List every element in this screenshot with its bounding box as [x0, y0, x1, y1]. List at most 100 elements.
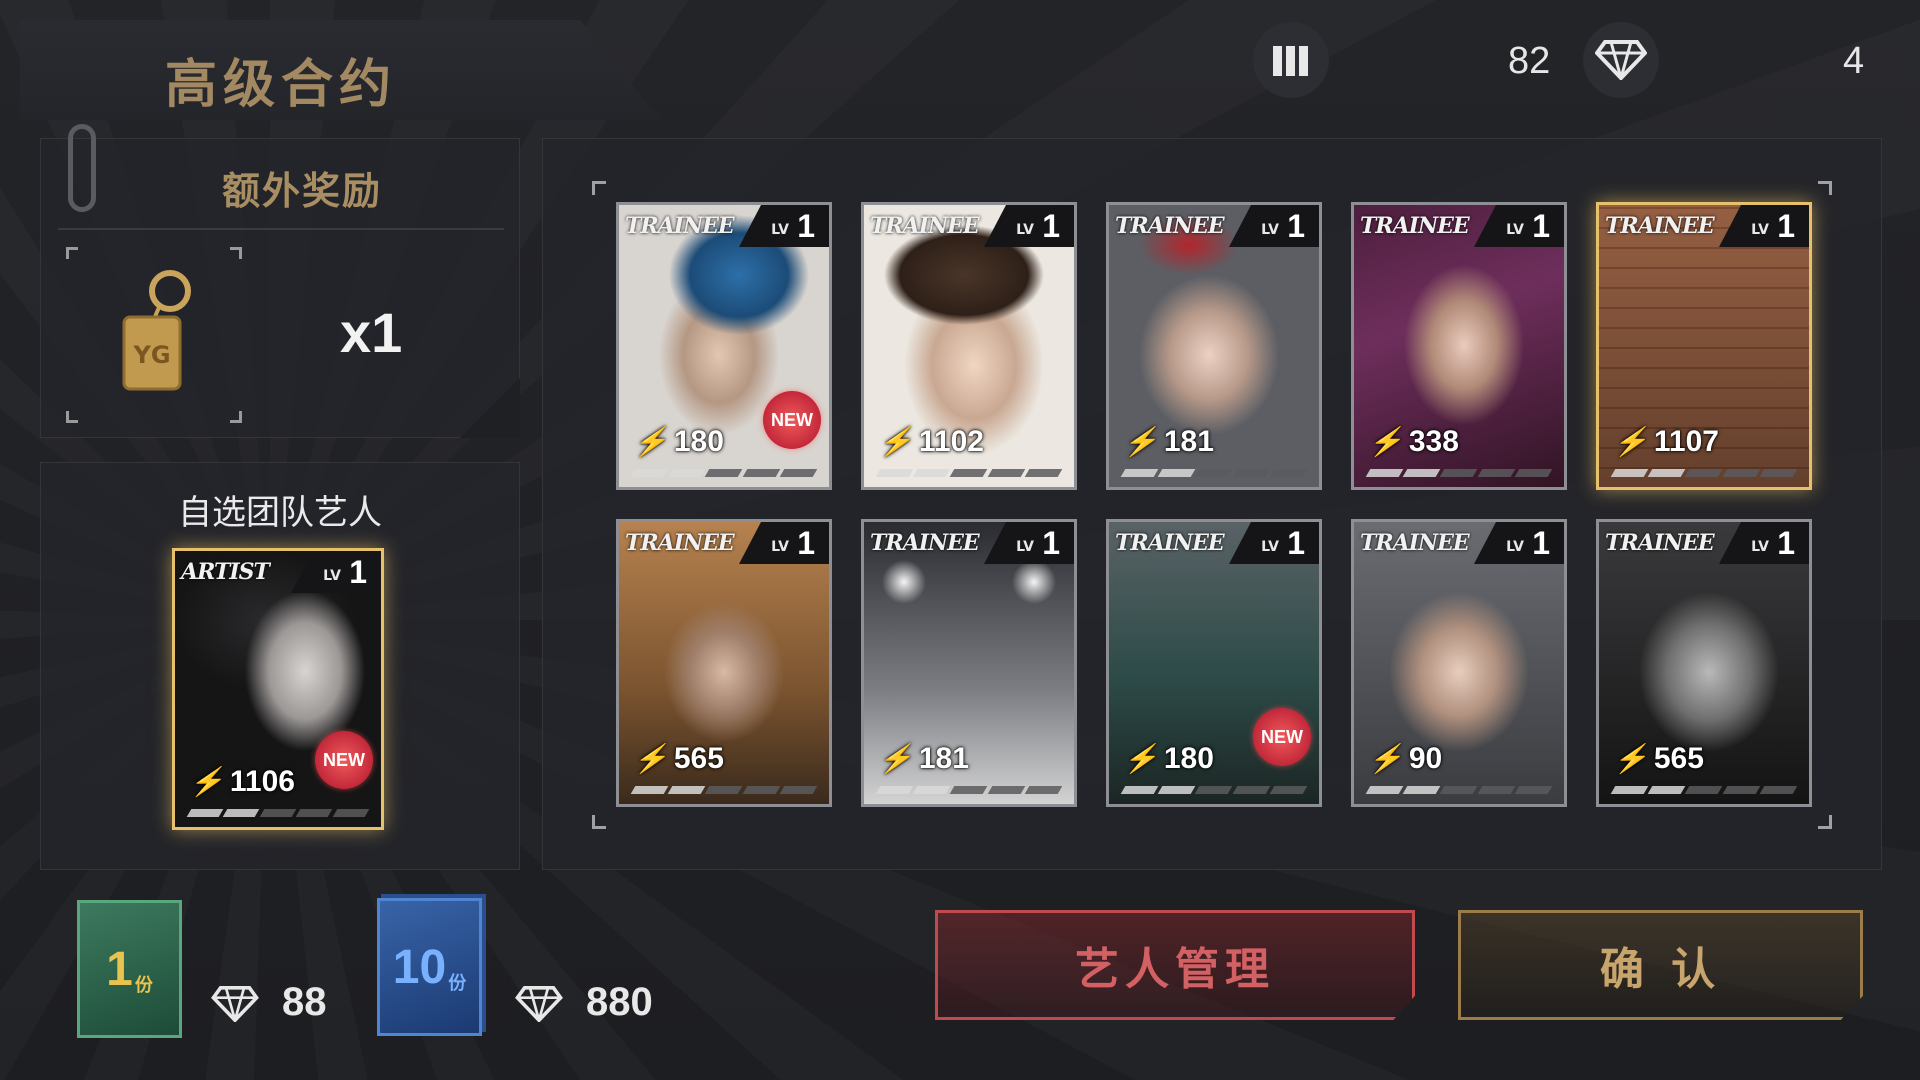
diamond-value: 4	[1843, 40, 1865, 82]
trainee-card[interactable]: TRAINEE LV 1 ⚡ 180 NEW	[1106, 519, 1322, 807]
pack-1-unit: 份	[134, 975, 153, 996]
trainee-card[interactable]: TRAINEE LV 1 ⚡ 181	[1106, 202, 1322, 490]
bolt-icon: ⚡	[1123, 426, 1158, 457]
trainee-card[interactable]: TRAINEE LV 1 ⚡ 181	[861, 519, 1077, 807]
level-number: 1	[1042, 525, 1060, 561]
card-label: TRAINEE	[1605, 530, 1715, 556]
power-value: ⚡ 90	[1368, 742, 1443, 775]
new-badge: NEW	[763, 391, 821, 449]
star-bars	[1610, 469, 1798, 477]
star-bars	[1365, 786, 1553, 794]
bolt-icon: ⚡	[878, 426, 913, 457]
bolt-icon: ⚡	[878, 743, 913, 774]
pack-10-count: 10	[392, 941, 447, 994]
level-number: 1	[1287, 525, 1305, 561]
trainee-card[interactable]: TRAINEE LV 1 ⚡ 1107	[1596, 202, 1812, 490]
level-label: LV	[1016, 222, 1034, 238]
level-number: 1	[1287, 208, 1305, 244]
power-value: ⚡ 1107	[1613, 425, 1719, 458]
level-label: LV	[1506, 222, 1524, 238]
power-value: ⚡ 565	[633, 742, 724, 775]
power-value: ⚡ 181	[1123, 425, 1214, 458]
level-number: 1	[1777, 208, 1795, 244]
trainee-card[interactable]: TRAINEE LV 1 ⚡ 90	[1351, 519, 1567, 807]
star-bars	[186, 809, 370, 817]
card-label: TRAINEE	[870, 530, 980, 556]
trainee-card[interactable]: TRAINEE LV 1 ⚡ 180 NEW	[616, 202, 832, 490]
card-label: TRAINEE	[625, 213, 735, 239]
trainee-card[interactable]: TRAINEE LV 1 ⚡ 565	[616, 519, 832, 807]
level-number: 1	[349, 554, 367, 590]
page-title: 高级合约	[165, 55, 398, 115]
bolt-icon: ⚡	[1613, 426, 1648, 457]
trainee-card[interactable]: TRAINEE LV 1 ⚡ 338	[1351, 202, 1567, 490]
level-label: LV	[771, 539, 789, 555]
star-bars	[630, 786, 818, 794]
svg-text:YG: YG	[132, 341, 170, 369]
screen: 高级合约 82 4 额外奖励 YG x1 自选团队艺人 ARTIST LV 1 …	[0, 0, 1920, 1080]
card-label: TRAINEE	[1115, 530, 1225, 556]
power-value: ⚡ 180	[1123, 742, 1214, 775]
bolt-icon: ⚡	[1368, 743, 1403, 774]
level-label: LV	[323, 568, 341, 584]
power-value: ⚡ 181	[878, 742, 969, 775]
star-bars	[1120, 469, 1308, 477]
level-label: LV	[1261, 222, 1279, 238]
stat-value: 82	[1508, 40, 1551, 82]
trainee-card[interactable]: TRAINEE LV 1 ⚡ 565	[1596, 519, 1812, 807]
bolt-icon: ⚡	[1613, 743, 1648, 774]
pack-10-cost: 880	[586, 980, 653, 1024]
bonus-quantity: x1	[340, 301, 403, 364]
bolt-icon: ⚡	[189, 766, 224, 797]
card-label: TRAINEE	[1115, 213, 1225, 239]
power-value: ⚡ 180	[633, 425, 724, 458]
diamond-icon[interactable]	[1583, 22, 1659, 98]
star-bars	[1120, 786, 1308, 794]
level-number: 1	[1777, 525, 1795, 561]
diamond-icon	[211, 986, 259, 1022]
paperclip-icon	[68, 124, 96, 212]
star-bars	[875, 469, 1063, 477]
pack-10-unit: 份	[448, 973, 467, 994]
bonus-divider	[58, 228, 504, 230]
bonus-title: 额外奖励	[222, 169, 383, 213]
level-label: LV	[771, 222, 789, 238]
bolt-icon: ⚡	[1123, 743, 1158, 774]
level-label: LV	[1751, 539, 1769, 555]
artist-manage-button[interactable]: 艺人管理	[935, 910, 1415, 1020]
level-number: 1	[1042, 208, 1060, 244]
card-label: TRAINEE	[625, 530, 735, 556]
pack-1-cost: 88	[282, 980, 327, 1024]
bolt-icon: ⚡	[633, 743, 668, 774]
pack-10[interactable]: 10 份	[377, 898, 482, 1036]
card-label: TRAINEE	[870, 213, 980, 239]
artist-card[interactable]: ARTIST LV 1 ⚡ 1106 NEW	[172, 548, 384, 830]
diamond-icon	[515, 986, 563, 1022]
confirm-button[interactable]: 确 认	[1458, 910, 1863, 1020]
star-bars	[630, 469, 818, 477]
bolt-icon: ⚡	[633, 426, 668, 457]
power-value: ⚡ 565	[1613, 742, 1704, 775]
keychain-icon: YG	[122, 270, 191, 391]
level-number: 1	[1532, 208, 1550, 244]
level-label: LV	[1261, 539, 1279, 555]
pack-1-count: 1	[106, 943, 133, 996]
trainee-card[interactable]: TRAINEE LV 1 ⚡ 1102	[861, 202, 1077, 490]
new-badge: NEW	[315, 731, 373, 789]
pack-1[interactable]: 1 份	[77, 900, 182, 1038]
level-label: LV	[1751, 222, 1769, 238]
level-label: LV	[1506, 539, 1524, 555]
level-number: 1	[797, 525, 815, 561]
bonus-item-slot[interactable]: YG	[66, 247, 242, 423]
bolt-icon: ⚡	[1368, 426, 1403, 457]
new-badge: NEW	[1253, 708, 1311, 766]
power-value: ⚡ 1106	[189, 765, 295, 798]
card-label: TRAINEE	[1360, 213, 1470, 239]
level-number: 1	[797, 208, 815, 244]
power-value: ⚡ 338	[1368, 425, 1459, 458]
star-bars	[875, 786, 1063, 794]
power-value: ⚡ 1102	[878, 425, 984, 458]
card-label: TRAINEE	[1360, 530, 1470, 556]
stats-icon[interactable]	[1253, 22, 1329, 98]
star-bars	[1610, 786, 1798, 794]
